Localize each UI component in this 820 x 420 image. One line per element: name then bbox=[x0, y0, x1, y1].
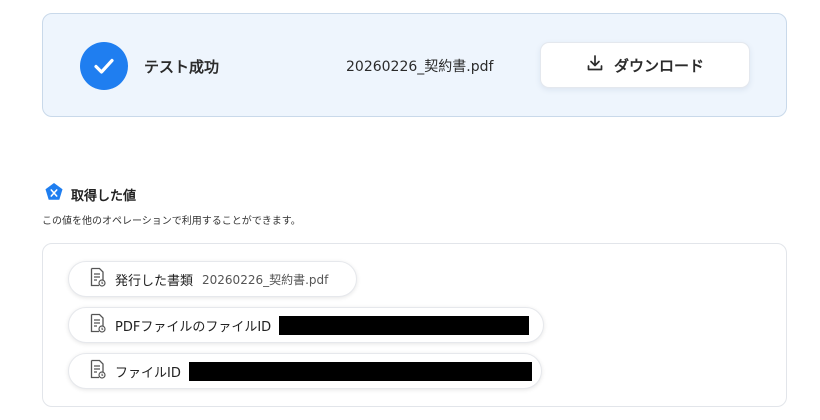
value-label: 発行した書類 bbox=[115, 273, 194, 289]
value-item-issued-document[interactable]: 発行した書類 20260226_契約書.pdf bbox=[68, 261, 357, 297]
check-icon bbox=[80, 42, 128, 90]
value-text: 20260226_契約書.pdf bbox=[202, 272, 329, 287]
test-status-text: テスト成功 bbox=[144, 58, 220, 76]
document-icon bbox=[89, 359, 107, 383]
section-title: 取得した値 bbox=[71, 188, 137, 204]
redacted-value bbox=[188, 361, 532, 381]
document-icon bbox=[89, 313, 107, 337]
test-result-card: テスト成功 20260226_契約書.pdf ダウンロード bbox=[42, 13, 787, 117]
section-description: この値を他のオペレーションで利用することができます。 bbox=[42, 216, 301, 227]
hexagon-x-icon bbox=[44, 182, 64, 206]
value-label: PDFファイルのファイルID bbox=[115, 319, 272, 335]
download-button-label: ダウンロード bbox=[613, 56, 704, 75]
acquired-values-card: 発行した書類 20260226_契約書.pdf PDFファイルのファイルID フ… bbox=[42, 243, 787, 407]
document-icon bbox=[89, 267, 107, 291]
download-icon bbox=[586, 54, 604, 76]
value-item-file-id[interactable]: ファイルID bbox=[68, 353, 542, 389]
section-header: 取得した値 bbox=[44, 182, 136, 206]
result-file-name: 20260226_契約書.pdf bbox=[346, 59, 494, 75]
value-item-pdf-file-id[interactable]: PDFファイルのファイルID bbox=[68, 307, 544, 343]
redacted-value bbox=[279, 315, 530, 335]
value-label: ファイルID bbox=[115, 365, 181, 381]
download-button[interactable]: ダウンロード bbox=[540, 42, 750, 88]
